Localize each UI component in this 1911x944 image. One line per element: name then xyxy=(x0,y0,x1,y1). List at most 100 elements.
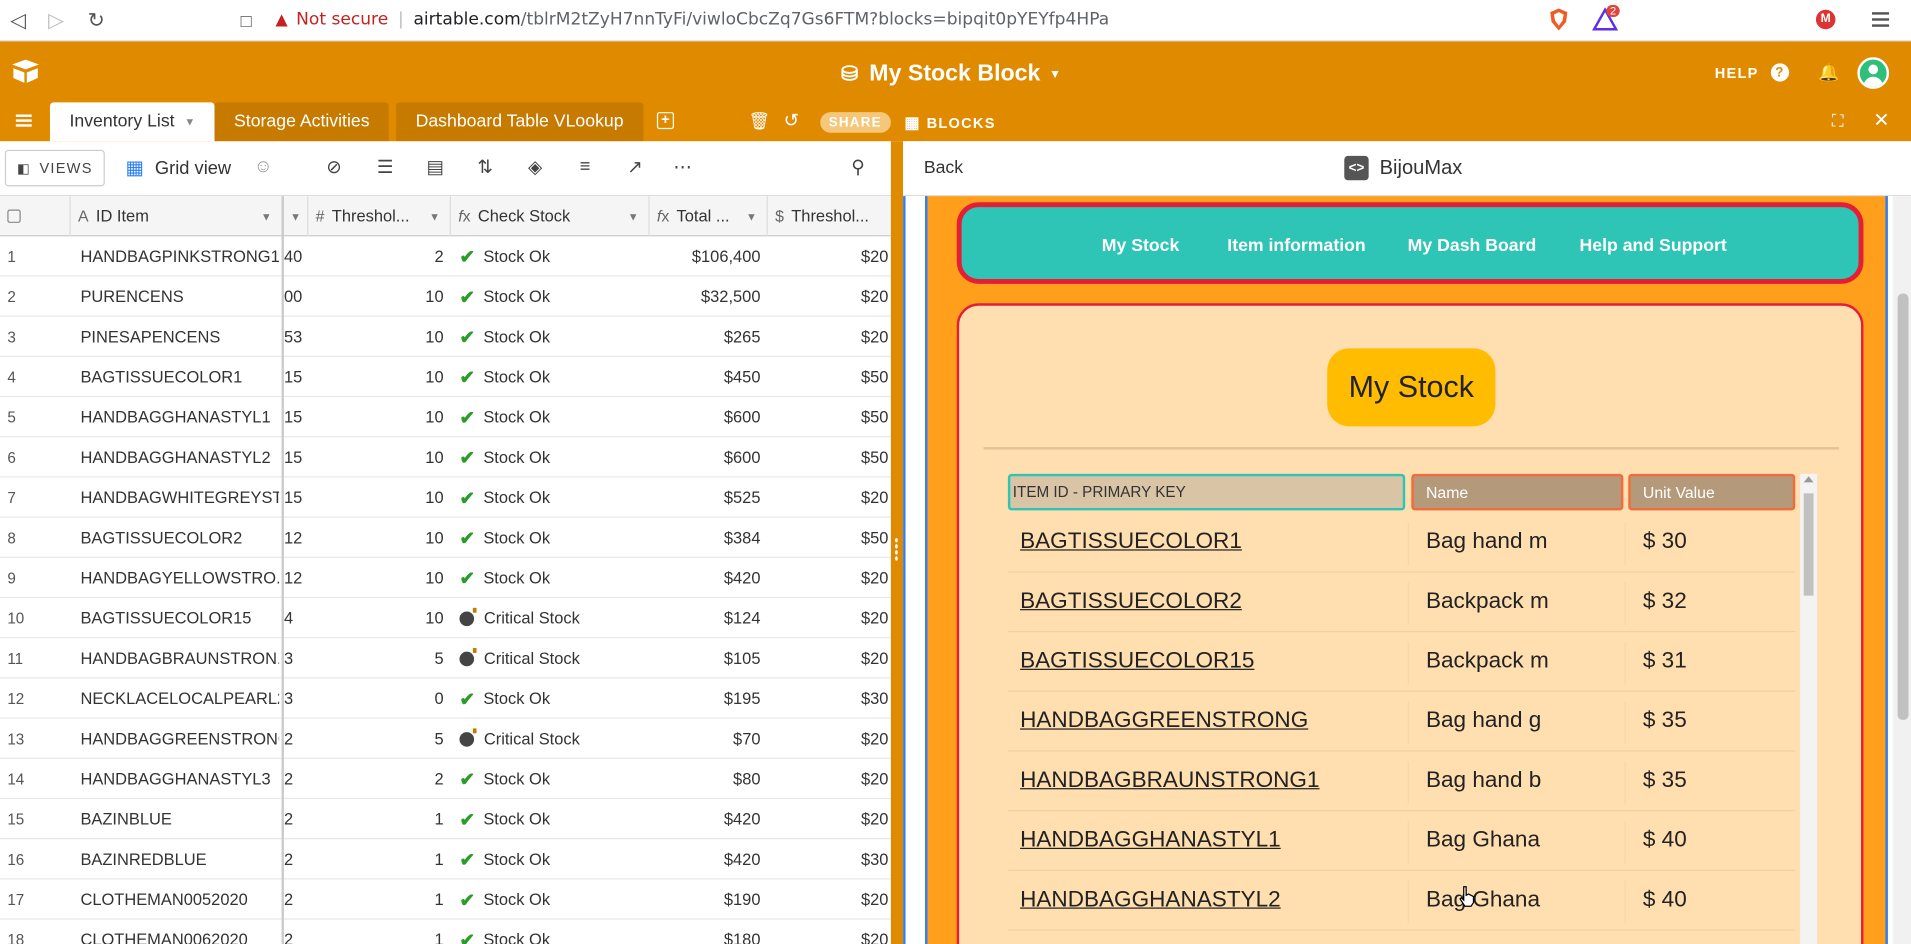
column-header-threshold[interactable]: # Threshol... ▼ xyxy=(308,196,451,237)
table-row[interactable]: 11 HANDBAGBRAUNSTRON... 3 5 Critical Stock $1… xyxy=(0,638,891,679)
cell-total[interactable]: $124 xyxy=(650,598,768,638)
cell-id-item[interactable]: HANDBAGBRAUNSTRON... xyxy=(80,638,279,678)
color-icon[interactable]: ◈ xyxy=(524,156,546,180)
cell-check-stock[interactable]: ✔ Stock Ok xyxy=(459,879,649,919)
item-id-link[interactable]: HANDBAGGHANASTYL1 xyxy=(1020,826,1281,853)
share-button[interactable]: SHARE xyxy=(820,112,891,133)
column-header-truncated[interactable]: ▼ xyxy=(284,196,309,237)
table-row[interactable]: 13 HANDBAGGREENSTRONG 2 5 Critical Stock $70 $… xyxy=(0,719,891,759)
cell-threshold-value[interactable]: $20 xyxy=(768,598,891,638)
filter-icon[interactable]: ☰ xyxy=(374,156,396,180)
cell-id-item[interactable]: HANDBAGGREENSTRONG xyxy=(80,719,279,759)
cell-id-item[interactable]: CLOTHEMAN0062020 xyxy=(80,920,279,944)
stock-row[interactable]: BAGTISSUECOLOR2 Backpack m $ 32 xyxy=(1007,573,1796,633)
cell-id-item[interactable]: PURENCENS xyxy=(80,277,279,317)
table-row[interactable]: 15 BAZINBLUE 2 1 ✔ Stock Ok $420 $20 xyxy=(0,799,891,840)
cell-check-stock[interactable]: ✔ Stock Ok xyxy=(459,477,649,517)
cell-threshold[interactable]: 10 xyxy=(308,558,451,598)
cell-threshold-value[interactable]: $20 xyxy=(768,879,891,919)
cell-threshold-value[interactable]: $20 xyxy=(768,277,891,317)
cell-id-item[interactable]: HANDBAGGHANASTYL2 xyxy=(80,437,279,477)
view-switcher[interactable]: ▦ Grid view xyxy=(126,156,232,180)
table-row[interactable]: 7 HANDBAGWHITEGREYST... 15 10 ✔ Stock Ok $525 $… xyxy=(0,477,891,518)
cell-check-stock[interactable]: ✔ Stock Ok xyxy=(459,518,649,558)
cell-id-item[interactable]: PINESAPENCENS xyxy=(80,317,279,357)
column-header-threshold-value[interactable]: $ Threshol... xyxy=(768,196,891,236)
table-row[interactable]: 17 CLOTHEMAN0052020 2 1 ✔ Stock Ok $190 $20 xyxy=(0,879,891,920)
cell-threshold-value[interactable]: $30 xyxy=(768,839,891,879)
views-button[interactable]: ◧ VIEWS xyxy=(4,149,105,187)
table-row[interactable]: 12 NECKLACELOCALPEARL2 3 0 ✔ Stock Ok $195 $30 xyxy=(0,678,891,719)
table-row[interactable]: 5 HANDBAGGHANASTYL1 15 10 ✔ Stock Ok $600 $50 xyxy=(0,397,891,438)
cell-check-stock[interactable]: ✔ Stock Ok xyxy=(459,357,649,397)
cell-quantity[interactable]: 40 xyxy=(284,236,308,276)
item-id-link[interactable]: HANDBAGGREENSTRONG xyxy=(1020,706,1308,733)
back-arrow-icon[interactable]: ◁ xyxy=(0,2,37,39)
nav-my-stock[interactable]: My Stock xyxy=(1102,236,1180,255)
cell-threshold-value[interactable]: $20 xyxy=(768,317,891,357)
table-row[interactable]: 1 HANDBAGPINKSTRONG1 40 2 ✔ Stock Ok $106,400 $… xyxy=(0,236,891,277)
search-icon[interactable]: ⚲ xyxy=(847,156,869,180)
tab-dashboard-table-vlookup[interactable]: Dashboard Table VLookup xyxy=(396,102,644,142)
cell-threshold-value[interactable]: $20 xyxy=(768,799,891,839)
base-title[interactable]: ⛁ My Stock Block ▼ xyxy=(841,60,1061,89)
cell-quantity[interactable]: 2 xyxy=(284,719,308,759)
trash-icon[interactable]: 🗑 xyxy=(748,111,770,132)
table-row[interactable]: 2 PURENCENS 00 10 ✔ Stock Ok $32,500 $20 xyxy=(0,277,891,317)
cell-total[interactable]: $450 xyxy=(650,357,768,397)
column-header-check-stock[interactable]: fx Check Stock ▼ xyxy=(451,196,650,237)
cell-check-stock[interactable]: Critical Stock xyxy=(459,719,649,759)
table-header-name[interactable]: Name xyxy=(1411,473,1624,511)
share-view-icon[interactable]: ↗ xyxy=(624,156,646,180)
scroll-up-icon[interactable] xyxy=(1803,476,1814,483)
cell-check-stock[interactable]: ✔ Stock Ok xyxy=(459,437,649,477)
cell-quantity[interactable]: 15 xyxy=(284,477,308,517)
cell-threshold-value[interactable]: $20 xyxy=(768,719,891,759)
cell-threshold[interactable]: 10 xyxy=(308,317,451,357)
cell-threshold[interactable]: 10 xyxy=(308,518,451,558)
cell-quantity[interactable]: 3 xyxy=(284,678,308,718)
cell-check-stock[interactable]: ✔ Stock Ok xyxy=(459,317,649,357)
cell-total[interactable]: $265 xyxy=(650,317,768,357)
cell-total[interactable]: $190 xyxy=(650,879,768,919)
cell-id-item[interactable]: NECKLACELOCALPEARL2 xyxy=(80,678,279,718)
cell-id-item[interactable]: HANDBAGGHANASTYL3 xyxy=(80,759,279,799)
stock-row[interactable]: HANDBAGBRAUNSTRONG1 Bag hand b $ 35 xyxy=(1007,752,1796,812)
cell-check-stock[interactable]: ✔ Stock Ok xyxy=(459,397,649,437)
cell-threshold[interactable]: 1 xyxy=(308,920,451,944)
cell-id-item[interactable]: CLOTHEMAN0052020 xyxy=(80,879,279,919)
cell-total[interactable]: $600 xyxy=(650,397,768,437)
tab-inventory-list[interactable]: Inventory List ▼ xyxy=(49,102,215,142)
cell-threshold[interactable]: 0 xyxy=(308,678,451,718)
table-row[interactable]: 9 HANDBAGYELLOWSTRO... 12 10 ✔ Stock Ok $420 $2… xyxy=(0,558,891,599)
cell-quantity[interactable]: 15 xyxy=(284,357,308,397)
row-height-icon[interactable]: ≡ xyxy=(574,156,596,180)
back-button[interactable]: Back xyxy=(924,158,963,177)
cell-total[interactable]: $525 xyxy=(650,477,768,517)
cell-check-stock[interactable]: ✔ Stock Ok xyxy=(459,799,649,839)
cell-check-stock[interactable]: ✔ Stock Ok xyxy=(459,759,649,799)
airtable-logo-icon[interactable] xyxy=(10,57,42,84)
cell-id-item[interactable]: BAZINBLUE xyxy=(80,799,279,839)
cell-total[interactable]: $32,500 xyxy=(650,277,768,317)
cell-threshold[interactable]: 10 xyxy=(308,598,451,638)
table-row[interactable]: 8 BAGTISSUECOLOR2 12 10 ✔ Stock Ok $384 $50 xyxy=(0,518,891,558)
cell-threshold-value[interactable]: $20 xyxy=(768,236,891,276)
table-row[interactable]: 4 BAGTISSUECOLOR1 15 10 ✔ Stock Ok $450 $50 xyxy=(0,357,891,398)
cell-id-item[interactable]: BAZINREDBLUE xyxy=(80,839,279,879)
group-icon[interactable]: ▤ xyxy=(424,156,446,180)
table-row[interactable]: 18 CLOTHEMAN0062020 2 1 ✔ Stock Ok $180 $20 xyxy=(0,920,891,944)
cell-threshold-value[interactable]: $20 xyxy=(768,920,891,944)
cell-check-stock[interactable]: Critical Stock xyxy=(459,638,649,678)
cell-check-stock[interactable]: ✔ Stock Ok xyxy=(459,920,649,944)
cell-check-stock[interactable]: Critical Stock xyxy=(459,598,649,638)
bookmark-icon[interactable]: □ xyxy=(228,2,265,39)
fullscreen-icon[interactable]: ⛶ xyxy=(1832,111,1844,132)
item-id-link[interactable]: BAGTISSUECOLOR2 xyxy=(1020,587,1242,614)
stock-row[interactable]: HANDBAGGHANASTYL1 Bag Ghana $ 40 xyxy=(1007,811,1796,871)
cell-threshold-value[interactable]: $20 xyxy=(768,638,891,678)
cell-total[interactable]: $420 xyxy=(650,799,768,839)
cell-threshold-value[interactable]: $20 xyxy=(768,558,891,598)
stock-row[interactable]: HANDBAGGREENSTRONG Bag hand g $ 35 xyxy=(1007,692,1796,752)
cell-quantity[interactable]: 53 xyxy=(284,317,308,357)
